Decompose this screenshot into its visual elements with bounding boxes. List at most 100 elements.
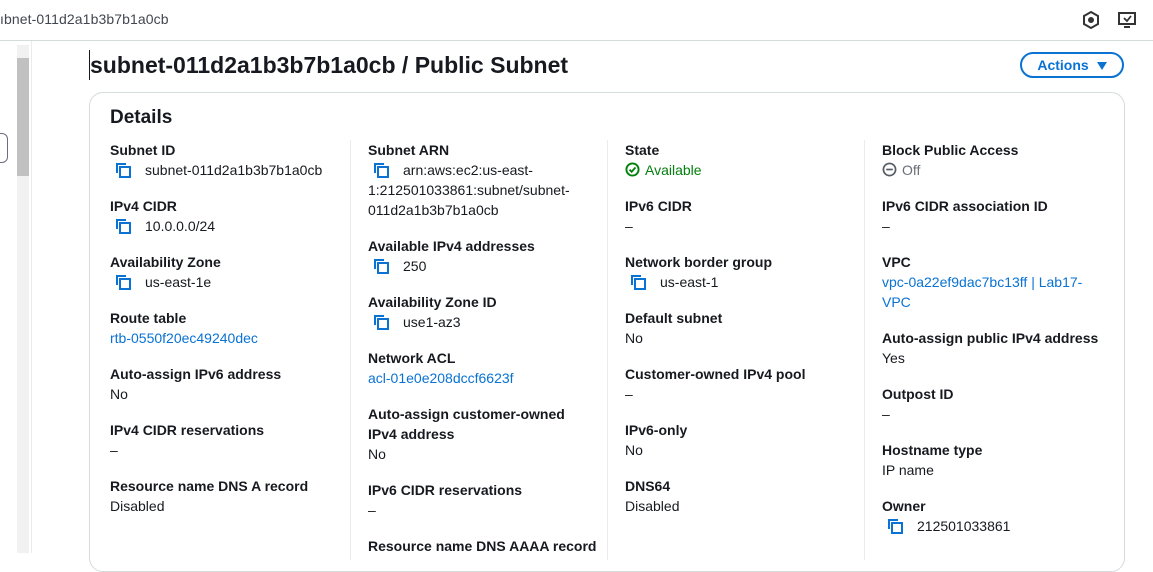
field-ipv4-cidr-reservations: IPv4 CIDR reservations –	[110, 420, 340, 460]
field-available-ipv4: Available IPv4 addresses 250	[368, 236, 598, 276]
field-label: VPC	[882, 254, 911, 270]
field-label: Availability Zone	[110, 254, 221, 270]
field-value: us-east-1e	[145, 274, 212, 290]
field-availability-zone-id: Availability Zone ID use1-az3	[368, 292, 598, 332]
field-value: –	[882, 218, 890, 234]
browser-top-bar: ıbnet-011d2a1b3b7b1a0cb	[0, 0, 1153, 41]
field-route-table: Route table rtb-0550f20ec49240dec	[110, 308, 340, 348]
field-value: No	[625, 330, 643, 346]
field-ipv6-only: IPv6-only No	[625, 420, 855, 460]
field-ipv6-association-id: IPv6 CIDR association ID –	[882, 196, 1112, 236]
field-value: –	[625, 386, 633, 402]
field-label: Subnet ID	[110, 142, 176, 158]
field-value: 10.0.0.0/24	[145, 218, 216, 234]
field-label: DNS64	[625, 478, 671, 494]
details-column-3: State Available IPv6 CIDR – Network bord…	[607, 140, 847, 560]
field-label: Owner	[882, 498, 926, 514]
field-value: us-east-1	[660, 274, 719, 290]
field-availability-zone: Availability Zone us-east-1e	[110, 252, 340, 292]
field-value: –	[110, 442, 118, 458]
field-outpost-id: Outpost ID –	[882, 384, 1112, 424]
caret-down-icon	[1096, 61, 1107, 70]
field-dns-a-record: Resource name DNS A record Disabled	[110, 476, 340, 516]
field-value: –	[625, 218, 633, 234]
field-label: Network border group	[625, 254, 773, 270]
field-label: Resource name DNS AAAA record	[368, 538, 597, 554]
field-auto-assign-customer-owned: Auto-assign customer-owned IPv4 address …	[368, 404, 598, 464]
route-table-link[interactable]: rtb-0550f20ec49240dec	[110, 328, 340, 348]
field-label: Auto-assign customer-owned	[368, 406, 565, 422]
field-label: Route table	[110, 310, 187, 326]
field-hostname-type: Hostname type IP name	[882, 440, 1112, 480]
field-label: IPv6-only	[625, 422, 688, 438]
field-label: Block Public Access	[882, 142, 1019, 158]
copy-icon[interactable]	[373, 314, 389, 330]
scrollbar-thumb[interactable]	[17, 58, 29, 176]
field-ipv6-cidr: IPv6 CIDR –	[625, 196, 855, 236]
actions-button[interactable]: Actions	[1020, 52, 1124, 78]
field-label: IPv6 CIDR reservations	[368, 482, 523, 498]
field-value-line: 1:212501033861:subnet/subnet-	[368, 182, 570, 198]
vpc-link[interactable]: vpc-0a22ef9dac7bc13ff | Lab17-	[882, 272, 1112, 292]
field-value: 250	[403, 258, 427, 274]
field-subnet-arn: Subnet ARN arn:aws:ec2:us-east- 1:212501…	[368, 140, 598, 220]
copy-icon[interactable]	[115, 218, 131, 234]
field-value: arn:aws:ec2:us-east-	[403, 162, 533, 178]
tab-title[interactable]: ıbnet-011d2a1b3b7b1a0cb	[0, 11, 169, 27]
field-network-acl: Network ACL acl-01e0e208dccf6623f	[368, 348, 598, 388]
vpc-link-line[interactable]: VPC	[882, 292, 1112, 312]
field-customer-owned-pool: Customer-owned IPv4 pool –	[625, 364, 855, 404]
field-value: Disabled	[625, 498, 680, 514]
field-network-border-group: Network border group us-east-1	[625, 252, 855, 292]
field-vpc: VPC vpc-0a22ef9dac7bc13ff | Lab17- VPC	[882, 252, 1112, 312]
field-value: Yes	[882, 350, 905, 366]
field-value-line: 011d2a1b3b7b1a0cb	[368, 202, 499, 218]
field-ipv4-cidr: IPv4 CIDR 10.0.0.0/24	[110, 196, 340, 236]
field-auto-assign-ipv6: Auto-assign IPv6 address No	[110, 364, 340, 404]
details-column-4: Block Public Access Off IPv6 CIDR associ…	[864, 140, 1104, 560]
field-value: subnet-011d2a1b3b7b1a0cb	[145, 162, 323, 178]
field-dns-aaaa-record: Resource name DNS AAAA record	[368, 536, 598, 556]
field-value: 212501033861	[917, 518, 1011, 534]
field-label: Customer-owned IPv4 pool	[625, 366, 806, 382]
network-acl-link[interactable]: acl-01e0e208dccf6623f	[368, 368, 598, 388]
field-value: IP name	[882, 462, 934, 478]
check-circle-icon	[625, 162, 640, 177]
field-owner: Owner 212501033861	[882, 496, 1112, 536]
field-value: No	[368, 446, 386, 462]
field-value: Disabled	[110, 498, 165, 514]
field-label: Default subnet	[625, 310, 723, 326]
copy-icon[interactable]	[630, 274, 646, 290]
field-label: State	[625, 142, 660, 158]
copy-icon[interactable]	[887, 518, 903, 534]
field-label: Availability Zone ID	[368, 294, 497, 310]
field-label: Resource name DNS A record	[110, 478, 309, 494]
field-label: Outpost ID	[882, 386, 954, 402]
actions-label: Actions	[1037, 57, 1089, 73]
field-value: use1-az3	[403, 314, 461, 330]
minus-circle-icon	[882, 162, 897, 177]
field-dns64: DNS64 Disabled	[625, 476, 855, 516]
field-ipv6-cidr-reservations: IPv6 CIDR reservations –	[368, 480, 598, 520]
field-label: Auto-assign IPv6 address	[110, 366, 282, 382]
field-value: No	[625, 442, 643, 458]
field-label: IPv6 CIDR	[625, 198, 692, 214]
copy-icon[interactable]	[373, 258, 389, 274]
field-label: Available IPv4 addresses	[368, 238, 535, 254]
field-label-line: IPv4 address	[368, 426, 455, 442]
copy-icon[interactable]	[115, 162, 131, 178]
copy-icon[interactable]	[115, 274, 131, 290]
block-public-access-value: Off	[902, 162, 921, 178]
field-label: IPv4 CIDR	[110, 198, 177, 214]
state-value: Available	[645, 162, 702, 178]
field-label: Auto-assign public IPv4 address	[882, 330, 1099, 346]
extension-icon[interactable]	[1081, 10, 1101, 30]
copy-icon[interactable]	[373, 162, 389, 178]
screen-share-icon[interactable]	[1117, 10, 1137, 30]
field-default-subnet: Default subnet No	[625, 308, 855, 348]
field-auto-assign-public-ipv4: Auto-assign public IPv4 address Yes	[882, 328, 1112, 368]
field-label: IPv6 CIDR association ID	[882, 198, 1048, 214]
side-nav-toggle[interactable]	[0, 133, 8, 163]
field-subnet-id: Subnet ID subnet-011d2a1b3b7b1a0cb	[110, 140, 340, 180]
details-heading: Details	[110, 107, 173, 128]
